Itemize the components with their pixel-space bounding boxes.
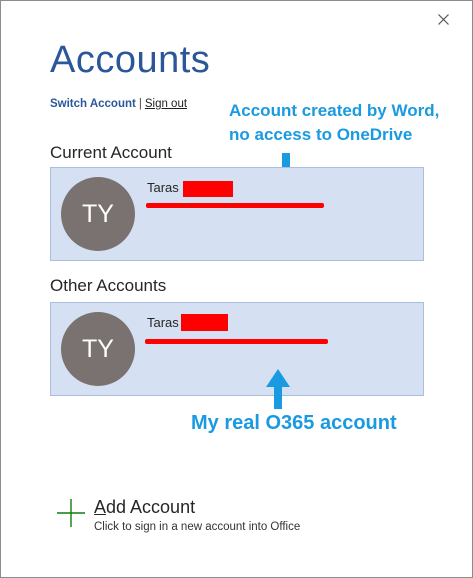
name-redaction (181, 314, 228, 331)
switch-account-link[interactable]: Switch Account (50, 98, 136, 110)
close-icon (438, 14, 449, 25)
other-account-card[interactable]: TY Taras (50, 302, 424, 396)
account-name: Taras (147, 180, 179, 195)
close-button[interactable] (429, 7, 459, 33)
email-redaction (146, 203, 324, 208)
annotation-line-2: no access to OneDrive (229, 125, 413, 144)
dialog-title: Accounts (50, 39, 211, 81)
avatar: TY (61, 177, 135, 251)
other-accounts-label: Other Accounts (50, 276, 167, 295)
account-name: Taras (147, 315, 179, 330)
annotation-real-account: My real O365 account (191, 412, 397, 434)
annotation-arrow-up-icon (266, 369, 290, 409)
add-account-accesskey: A (94, 497, 107, 517)
add-account-subtitle: Click to sign in a new account into Offi… (94, 521, 301, 533)
add-account-title-rest: dd Account (106, 497, 196, 517)
current-account-label: Current Account (50, 143, 172, 162)
add-account-button[interactable]: Add Account Click to sign in a new accou… (57, 497, 357, 537)
add-account-title: Add Account (94, 497, 195, 518)
link-separator: | (138, 98, 142, 110)
current-account-card[interactable]: TY Taras (50, 167, 424, 261)
accounts-dialog: Accounts Switch Account | Sign out Account… (0, 0, 473, 578)
name-redaction (183, 181, 233, 197)
plus-icon (57, 499, 85, 527)
annotation-word-account: Account created by Word, no access to On… (229, 99, 439, 147)
account-links: Switch Account | Sign out (50, 98, 187, 110)
annotation-line-1: Account created by Word, (229, 101, 440, 120)
sign-out-link[interactable]: Sign out (145, 98, 187, 110)
avatar: TY (61, 312, 135, 386)
email-redaction (145, 339, 328, 344)
